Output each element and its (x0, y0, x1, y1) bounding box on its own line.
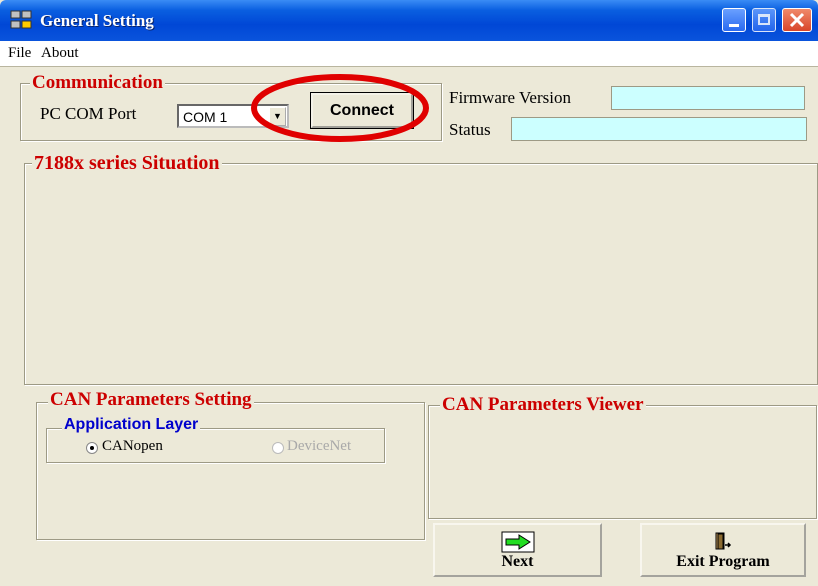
title-bar[interactable]: General Setting (0, 0, 818, 41)
close-icon[interactable] (782, 8, 812, 32)
menu-bar: File About (0, 41, 818, 67)
exit-program-label: Exit Program (676, 553, 770, 570)
status-label: Status (449, 120, 491, 139)
devicenet-label[interactable]: DeviceNet (287, 438, 351, 455)
devicenet-radio[interactable] (272, 442, 284, 454)
highlight-ellipse (251, 74, 429, 142)
situation-group (24, 163, 818, 385)
next-arrow-icon (501, 531, 535, 553)
minimize-icon[interactable] (722, 8, 746, 32)
canopen-label[interactable]: CANopen (102, 438, 163, 455)
exit-program-button[interactable]: Exit Program (640, 523, 806, 577)
canopen-radio[interactable] (86, 442, 98, 454)
can-viewer-legend: CAN Parameters Viewer (440, 394, 646, 416)
com-port-label: PC COM Port (40, 104, 137, 123)
menu-about[interactable]: About (41, 45, 79, 62)
application-layer-legend: Application Layer (62, 416, 201, 434)
com-port-value: COM 1 (183, 109, 228, 125)
status-field (511, 117, 807, 141)
situation-legend: 7188x series Situation (32, 152, 222, 175)
menu-file[interactable]: File (8, 45, 31, 62)
maximize-icon[interactable] (752, 8, 776, 32)
window-title: General Setting (40, 11, 154, 30)
exit-door-icon (715, 532, 732, 550)
firmware-field (611, 86, 805, 110)
next-button-label: Next (501, 553, 534, 570)
firmware-label: Firmware Version (449, 88, 571, 107)
communication-legend: Communication (30, 72, 165, 94)
general-setting-window: General Setting File About Communication… (0, 0, 818, 586)
can-viewer-group (428, 405, 817, 519)
can-settings-legend: CAN Parameters Setting (48, 389, 254, 411)
next-button[interactable]: Next (433, 523, 602, 577)
app-icon (10, 10, 32, 29)
